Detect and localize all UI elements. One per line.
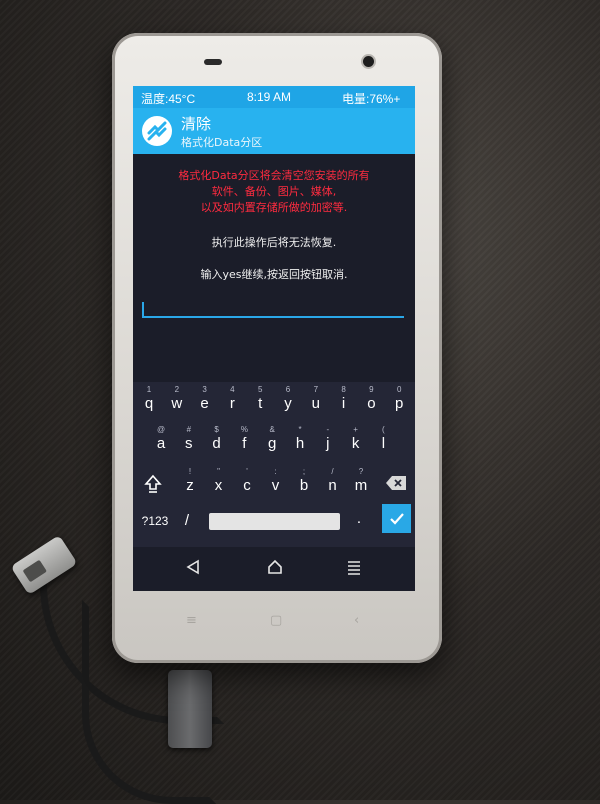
key-hint: @ — [156, 425, 166, 434]
key-r[interactable]: r — [220, 395, 244, 412]
key-hint: / — [331, 467, 334, 476]
key-i[interactable]: i — [332, 395, 356, 412]
twrp-logo-icon — [142, 116, 172, 146]
key-hint: & — [269, 425, 275, 434]
key-s[interactable]: s — [177, 435, 201, 452]
key-q[interactable]: q — [137, 395, 161, 412]
key-h[interactable]: h — [288, 435, 312, 452]
key-hint: 3 — [202, 385, 207, 394]
key-x[interactable]: x — [207, 477, 231, 494]
on-screen-keyboard: 1q2w3e4r5t6y7u8i9o0p @ a # s $ d% f & g * h - j + k(l … — [133, 382, 415, 547]
key-hint: 9 — [369, 385, 374, 394]
backspace-icon — [386, 476, 406, 490]
key-hint: # — [186, 425, 192, 434]
format-confirm-panel: 格式化Data分区将会清空您安装的所有 软件、备份、图片、媒体, 以及如内置存储… — [133, 154, 415, 382]
key-u[interactable]: u — [304, 395, 328, 412]
key-hint: % — [240, 425, 248, 434]
key-hint: 7 — [313, 385, 319, 394]
key-f[interactable]: f — [232, 435, 256, 452]
key-hint: ' — [246, 467, 248, 476]
key-g[interactable]: g — [260, 435, 284, 452]
key-w[interactable]: w — [165, 395, 189, 412]
confirm-text-input[interactable] — [142, 302, 404, 318]
phone-screen: 温度:45°C 8:19 AM 电量:76%+ 清除 格式化Data分区 格式化… — [133, 86, 415, 591]
key-hint: ( — [382, 425, 385, 434]
shift-key[interactable] — [140, 473, 166, 497]
key-hint: 4 — [230, 385, 235, 394]
checkmark-icon — [389, 512, 404, 525]
warning-line: 以及如内置存储所做的加密等. — [200, 201, 348, 214]
enter-key[interactable] — [382, 504, 411, 533]
front-camera — [363, 56, 374, 67]
key-hint: 2 — [174, 385, 180, 394]
confirm-prompt: 输入yes继续,按返回按钮取消. — [200, 268, 348, 281]
nav-bar — [133, 547, 415, 591]
key-v[interactable]: v — [264, 477, 288, 494]
key-hint: + — [353, 425, 358, 434]
usb-connector — [168, 670, 212, 748]
key-hint: 0 — [396, 385, 402, 394]
key-t[interactable]: t — [248, 395, 272, 412]
key-hint: : — [274, 467, 277, 476]
earpiece — [204, 59, 222, 65]
key-hint: 1 — [146, 385, 152, 394]
key-hint: 8 — [341, 385, 346, 394]
backspace-key[interactable] — [382, 475, 410, 495]
symbols-key[interactable]: ?123 — [138, 514, 172, 528]
temperature-text: 温度:45°C — [141, 92, 196, 106]
key-b[interactable]: b — [292, 477, 316, 494]
back-triangle-icon[interactable] — [186, 559, 200, 579]
key-c[interactable]: c — [235, 477, 259, 494]
hardware-keys: ≡ ▢ ‹ — [112, 613, 442, 633]
page-title: 清除 — [181, 115, 212, 133]
key-y[interactable]: y — [276, 395, 300, 412]
key-d[interactable]: d — [205, 435, 229, 452]
menu-lines-icon[interactable] — [346, 559, 362, 579]
key-hint: $ — [214, 425, 219, 434]
irreversible-notice: 执行此操作后将无法恢复. — [211, 236, 337, 249]
key-a[interactable]: a — [149, 435, 173, 452]
clock-text: 8:19 AM — [247, 90, 292, 104]
key-hint: 6 — [285, 385, 291, 394]
hardware-back-icon[interactable]: ‹ — [354, 613, 359, 628]
key-z[interactable]: z — [178, 477, 202, 494]
page-subtitle: 格式化Data分区 — [181, 136, 263, 149]
key-m[interactable]: m — [349, 477, 373, 494]
key-hint: ! — [188, 467, 192, 476]
key-k[interactable]: k — [344, 435, 368, 452]
key-hint: ; — [302, 467, 306, 476]
warning-line: 软件、备份、图片、媒体, — [211, 185, 337, 198]
text-caret — [142, 302, 144, 316]
key-hint: 5 — [257, 385, 263, 394]
hardware-home-icon[interactable]: ▢ — [270, 613, 282, 628]
key-j[interactable]: j — [316, 435, 340, 452]
key-o[interactable]: o — [359, 395, 383, 412]
key-hint: * — [298, 425, 302, 434]
status-bar: 温度:45°C 8:19 AM 电量:76%+ — [133, 86, 415, 108]
hardware-menu-icon[interactable]: ≡ — [186, 613, 197, 628]
space-key[interactable] — [209, 513, 340, 530]
warning-line: 格式化Data分区将会清空您安装的所有 — [178, 169, 370, 182]
key-e[interactable]: e — [193, 395, 217, 412]
title-bar: 清除 格式化Data分区 — [133, 108, 415, 154]
key-n[interactable]: n — [321, 477, 345, 494]
key-l[interactable]: l — [371, 435, 395, 452]
key-hint: " — [217, 467, 220, 476]
slash-key[interactable]: / — [175, 512, 199, 529]
key-p[interactable]: p — [387, 395, 411, 412]
shift-arrow-icon — [144, 474, 162, 493]
key-hint: - — [326, 425, 330, 434]
key-hint: ? — [358, 467, 364, 476]
period-key[interactable]: . — [347, 510, 371, 527]
home-icon[interactable] — [267, 559, 283, 579]
battery-text: 电量:76%+ — [342, 92, 401, 106]
